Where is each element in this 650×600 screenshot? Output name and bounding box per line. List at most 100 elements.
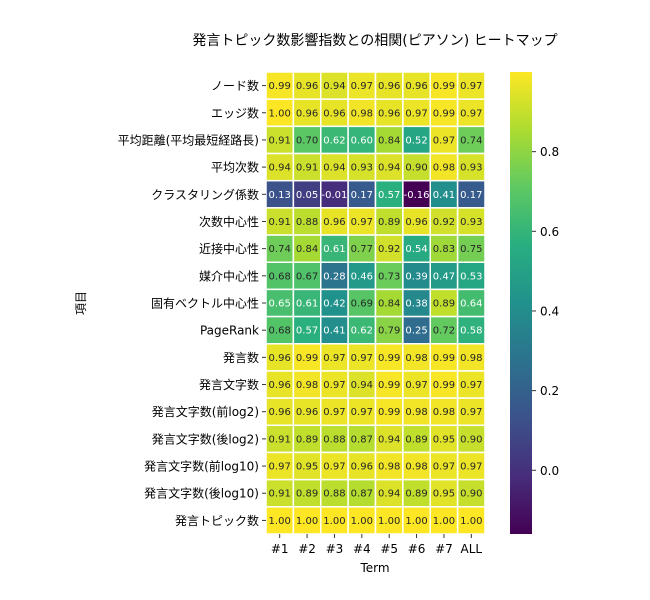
cell-value-label: 0.62	[351, 326, 373, 337]
row-label: 発言トピック数	[175, 513, 259, 528]
cell-value-label: 0.69	[351, 299, 373, 310]
cell-value-label: 0.98	[351, 108, 373, 119]
cell-value-label: 0.94	[378, 434, 400, 445]
cell-value-label: 0.64	[460, 299, 482, 310]
row-label: 発言文字数(後log2)	[152, 431, 259, 446]
cell-value-label: 0.88	[323, 489, 345, 500]
cell-value-label: 0.98	[378, 462, 400, 473]
cell-value-label: 0.99	[433, 108, 455, 119]
cell-value-label: 0.97	[433, 462, 455, 473]
cell-value-label: 0.96	[269, 407, 291, 418]
y-axis-label: 項目	[74, 291, 88, 315]
cell-value-label: 0.17	[351, 190, 373, 201]
cell-value-label: 0.73	[378, 271, 400, 282]
row-label: 固有ベクトル中心性	[151, 296, 259, 311]
row-label: 発言文字数(後log10)	[144, 486, 259, 501]
cell-value-label: 1.00	[433, 516, 455, 527]
cell-value-label: 1.00	[351, 516, 373, 527]
cell-value-label: 0.28	[323, 271, 345, 282]
cell-value-label: 0.99	[378, 353, 400, 364]
cell-value-label: 0.96	[351, 462, 373, 473]
row-label: 発言文字数(前log10)	[144, 459, 259, 474]
cell-value-label: 0.99	[433, 353, 455, 364]
cell-value-label: 0.61	[323, 244, 345, 255]
cell-value-label: 0.52	[405, 135, 427, 146]
cell-value-label: 0.97	[405, 380, 427, 391]
cell-value-label: 0.79	[378, 326, 400, 337]
cell-value-label: 0.90	[460, 434, 482, 445]
column-label: ALL	[461, 542, 483, 556]
cell-value-label: 0.41	[433, 190, 455, 201]
cell-value-label: 0.92	[433, 217, 455, 228]
column-label: #4	[353, 542, 371, 556]
row-label: 発言文字数	[199, 377, 259, 392]
cell-value-label: 0.99	[378, 380, 400, 391]
cell-value-label: 0.94	[323, 163, 345, 174]
cell-value-label: 0.97	[351, 353, 373, 364]
cell-value-label: 0.97	[460, 407, 482, 418]
cell-value-label: 0.92	[378, 244, 400, 255]
row-label: PageRank	[200, 324, 259, 338]
cell-value-label: 0.99	[433, 380, 455, 391]
cell-value-label: 0.53	[460, 271, 482, 282]
row-label: 発言文字数(前log2)	[152, 404, 259, 419]
cell-value-label: 0.99	[296, 353, 318, 364]
cell-value-label: 0.96	[296, 407, 318, 418]
cell-value-label: 0.95	[433, 489, 455, 500]
cell-value-label: 0.89	[433, 299, 455, 310]
cell-value-label: 0.96	[269, 380, 291, 391]
cell-value-label: 0.93	[460, 217, 482, 228]
cell-value-label: 0.89	[405, 489, 427, 500]
cell-value-label: 1.00	[269, 108, 291, 119]
cell-value-label: 0.96	[323, 108, 345, 119]
colorbar-tick-label: 0.6	[540, 225, 559, 239]
cell-value-label: 0.38	[405, 299, 427, 310]
cell-value-label: 0.87	[351, 434, 373, 445]
cell-value-label: 0.25	[405, 326, 427, 337]
cell-value-label: 1.00	[323, 516, 345, 527]
cell-value-label: 0.05	[296, 190, 318, 201]
cell-value-label: 0.89	[296, 434, 318, 445]
colorbar-tick-label: 0.0	[540, 464, 559, 478]
cell-value-label: 0.68	[269, 326, 291, 337]
row-label: 平均次数	[211, 160, 259, 175]
colorbar	[510, 72, 532, 534]
cell-value-label: 0.95	[433, 434, 455, 445]
cell-value-label: 0.97	[351, 407, 373, 418]
cell-value-label: 0.60	[351, 135, 373, 146]
cell-value-label: 0.84	[296, 244, 318, 255]
colorbar-tick-label: 0.2	[540, 384, 559, 398]
cell-value-label: 0.97	[351, 217, 373, 228]
cell-value-label: 0.97	[323, 353, 345, 364]
row-label: 発言数	[223, 350, 259, 365]
cell-value-label: 0.94	[378, 163, 400, 174]
cell-value-label: 0.57	[296, 326, 318, 337]
row-label: クラスタリング係数	[151, 187, 259, 202]
cell-value-label: 0.91	[269, 217, 291, 228]
cell-value-label: 0.97	[460, 380, 482, 391]
cell-value-label: 0.57	[378, 190, 400, 201]
cell-value-label: 0.96	[378, 108, 400, 119]
cell-value-label: 0.98	[405, 462, 427, 473]
cell-value-label: 0.94	[351, 380, 373, 391]
cell-value-label: 0.70	[296, 135, 318, 146]
cell-value-label: 0.72	[433, 326, 455, 337]
cell-value-label: -0.16	[404, 190, 430, 201]
cell-value-label: 0.41	[323, 326, 345, 337]
cell-value-label: 0.97	[323, 380, 345, 391]
cell-value-label: 0.62	[323, 135, 345, 146]
cell-value-label: 0.88	[296, 217, 318, 228]
cell-value-label: 0.96	[378, 81, 400, 92]
cell-value-label: 1.00	[460, 516, 482, 527]
column-label: #7	[435, 542, 453, 556]
cell-value-label: 0.99	[433, 81, 455, 92]
heatmap-figure: 発言トピック数影響指数との相関(ピアソン) ヒートマップ Term 項目 0.9…	[0, 0, 650, 600]
cell-value-label: 0.99	[378, 407, 400, 418]
cell-value-label: 0.42	[323, 299, 345, 310]
cell-value-label: 0.65	[269, 299, 291, 310]
cell-value-label: 0.89	[405, 434, 427, 445]
cell-value-label: 0.58	[460, 326, 482, 337]
cell-value-label: 0.97	[351, 81, 373, 92]
cell-value-label: 1.00	[296, 516, 318, 527]
cell-value-label: 0.98	[296, 380, 318, 391]
